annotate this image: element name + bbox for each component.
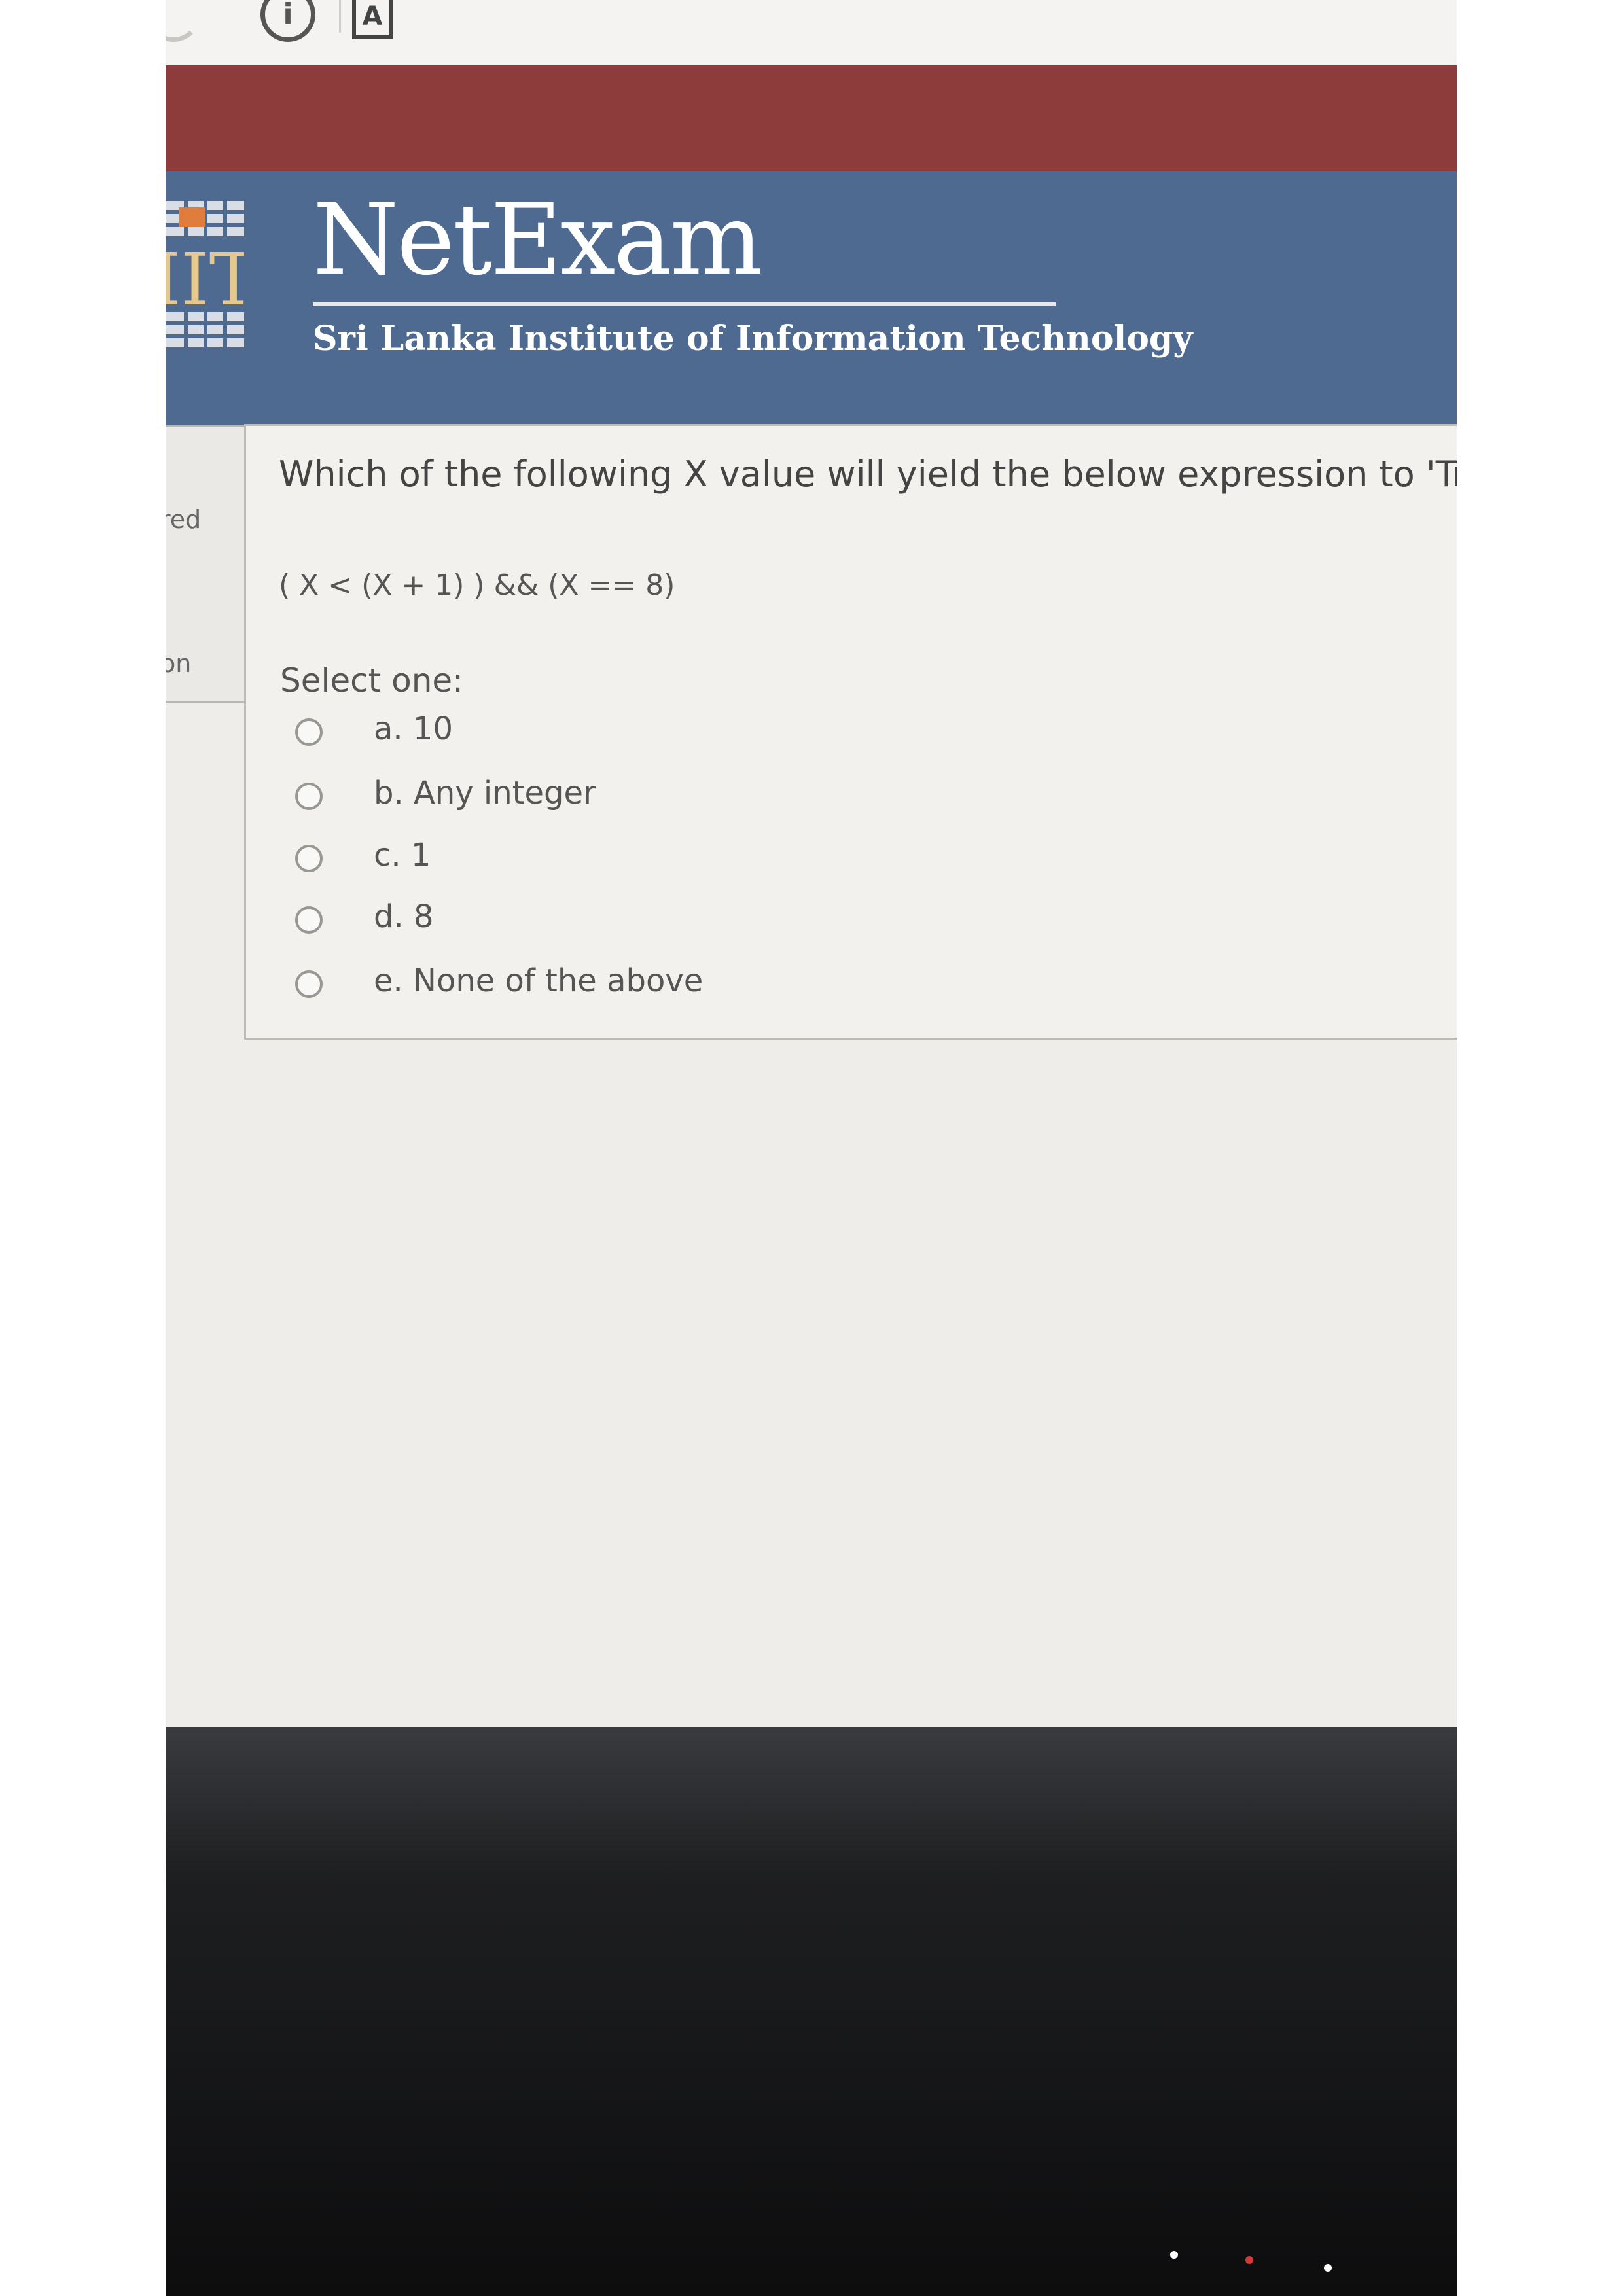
power-light <box>1245 2256 1253 2264</box>
question-expression: ( X < (X + 1) ) && (X == 8) <box>279 569 675 602</box>
reader-mode-icon[interactable]: A <box>352 0 393 39</box>
reload-icon[interactable] <box>166 0 201 42</box>
option-label[interactable]: a. 10 <box>374 711 453 747</box>
option-label[interactable]: b. Any integer <box>374 775 596 811</box>
title-underline <box>313 302 1056 306</box>
radio-button[interactable] <box>295 970 323 998</box>
svg-text:IIT: IIT <box>166 238 244 321</box>
screen: i A IIT NetExam Sri Lanka Institute of I… <box>166 0 1457 2296</box>
info-icon[interactable]: i <box>260 0 315 42</box>
top-band <box>166 65 1457 183</box>
select-one-label: Select one: <box>280 662 464 699</box>
radio-button[interactable] <box>295 906 323 934</box>
toolbar-divider <box>339 0 341 33</box>
radio-button[interactable] <box>295 845 323 872</box>
monitor-bezel <box>166 1727 1457 2296</box>
option-label[interactable]: d. 8 <box>374 898 434 935</box>
option-label[interactable]: c. 1 <box>374 837 431 874</box>
question-text: Which of the following X value will yiel… <box>279 453 1457 495</box>
browser-toolbar: i A <box>166 0 1457 67</box>
sliit-logo: IIT <box>166 201 244 358</box>
nav-section-text: on <box>166 649 192 678</box>
radio-button[interactable] <box>295 718 323 746</box>
app-title: NetExam <box>313 183 763 297</box>
institute-name: Sri Lanka Institute of Information Techn… <box>313 319 1193 359</box>
radio-button[interactable] <box>295 783 323 810</box>
indicator-light <box>1170 2251 1178 2259</box>
question-card: Which of the following X value will yiel… <box>244 424 1457 1040</box>
option-label[interactable]: e. None of the above <box>374 963 703 999</box>
question-status-text: red <box>166 505 202 534</box>
site-header: IIT NetExam Sri Lanka Institute of Infor… <box>166 171 1457 442</box>
indicator-light <box>1324 2264 1332 2272</box>
